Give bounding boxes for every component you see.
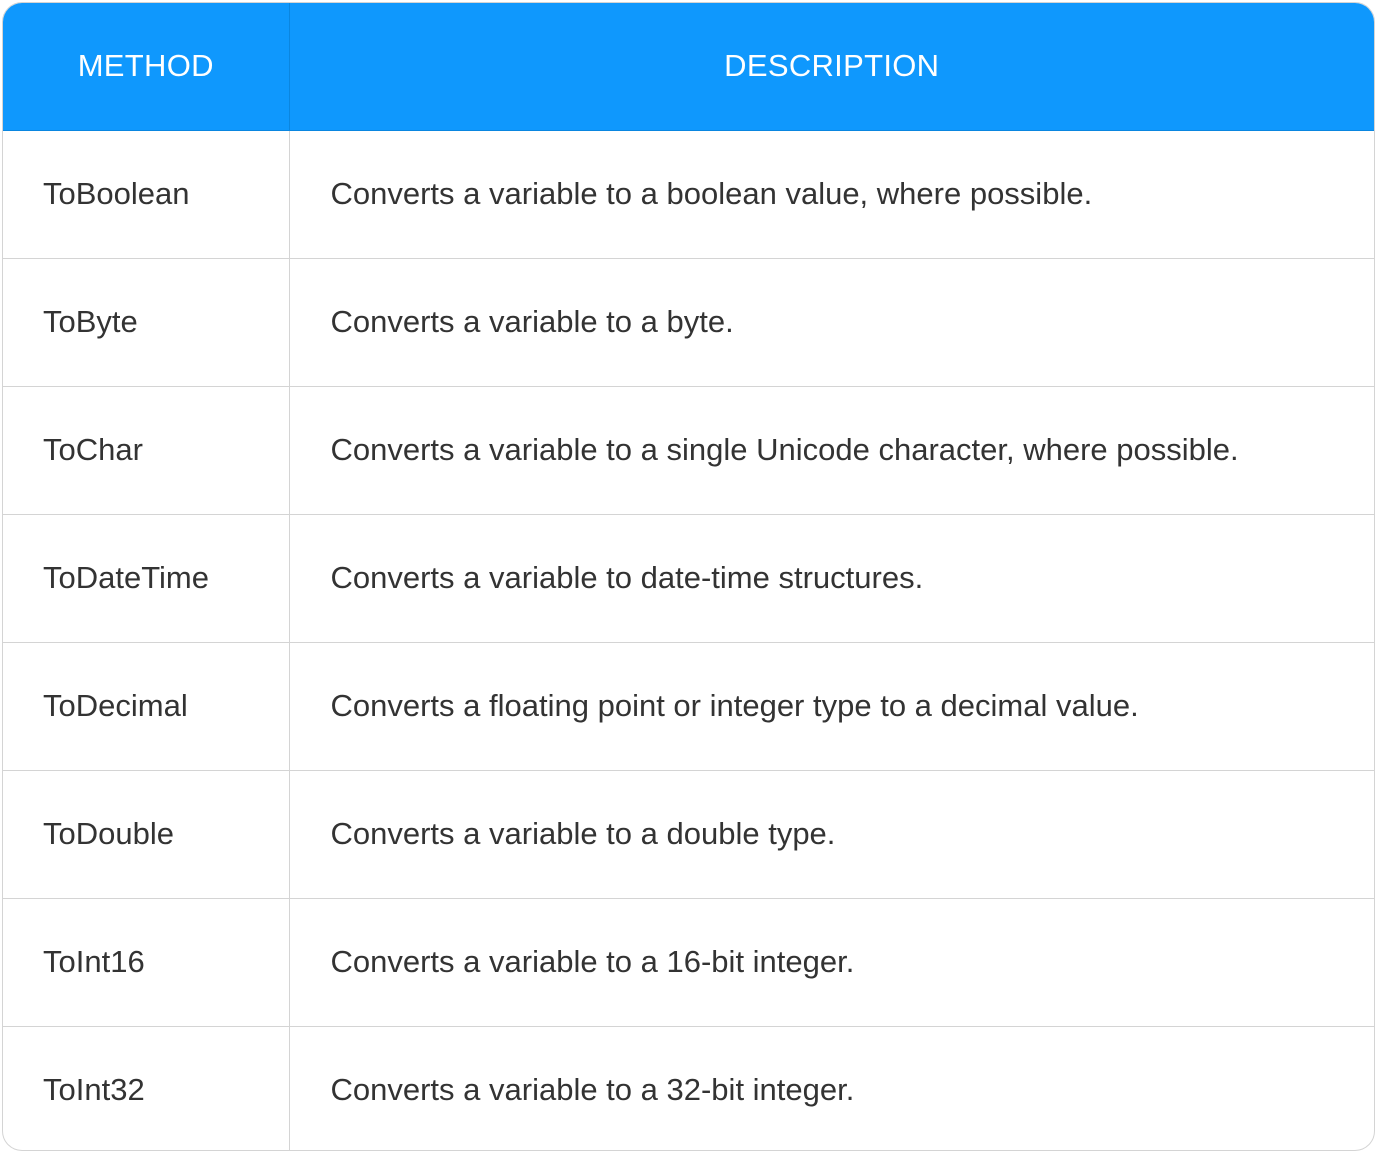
table-header: METHOD DESCRIPTION (3, 3, 1374, 131)
description-cell: Converts a variable to a double type. (289, 769, 1374, 898)
table-row: ToDateTime Converts a variable to date-t… (3, 513, 1374, 642)
table-row: ToChar Converts a variable to a single U… (3, 385, 1374, 514)
method-cell: ToDecimal (3, 641, 290, 770)
description-column-header: DESCRIPTION (289, 3, 1374, 131)
table-body: ToBoolean Converts a variable to a boole… (3, 130, 1374, 1150)
header-row: METHOD DESCRIPTION (3, 3, 1374, 131)
method-cell: ToChar (3, 385, 290, 514)
method-cell: ToDateTime (3, 513, 290, 642)
description-cell: Converts a variable to a 32-bit integer. (289, 1025, 1374, 1150)
table-row: ToDecimal Converts a floating point or i… (3, 641, 1374, 770)
method-cell: ToInt32 (3, 1025, 290, 1150)
table-row: ToDouble Converts a variable to a double… (3, 769, 1374, 898)
method-cell: ToInt16 (3, 897, 290, 1026)
description-cell: Converts a variable to a single Unicode … (289, 385, 1374, 514)
table-row: ToByte Converts a variable to a byte. (3, 257, 1374, 386)
table-row: ToBoolean Converts a variable to a boole… (3, 130, 1374, 258)
table-row: ToInt32 Converts a variable to a 32-bit … (3, 1025, 1374, 1150)
description-cell: Converts a variable to a byte. (289, 257, 1374, 386)
methods-table-card: METHOD DESCRIPTION ToBoolean Converts a … (2, 2, 1375, 1151)
table-row: ToInt16 Converts a variable to a 16-bit … (3, 897, 1374, 1026)
description-cell: Converts a floating point or integer typ… (289, 641, 1374, 770)
methods-table: METHOD DESCRIPTION ToBoolean Converts a … (3, 3, 1374, 1150)
method-cell: ToByte (3, 257, 290, 386)
method-column-header: METHOD (3, 3, 290, 131)
method-cell: ToBoolean (3, 130, 290, 258)
description-cell: Converts a variable to date-time structu… (289, 513, 1374, 642)
description-cell: Converts a variable to a 16-bit integer. (289, 897, 1374, 1026)
description-cell: Converts a variable to a boolean value, … (330, 176, 1093, 211)
method-cell: ToDouble (3, 769, 290, 898)
